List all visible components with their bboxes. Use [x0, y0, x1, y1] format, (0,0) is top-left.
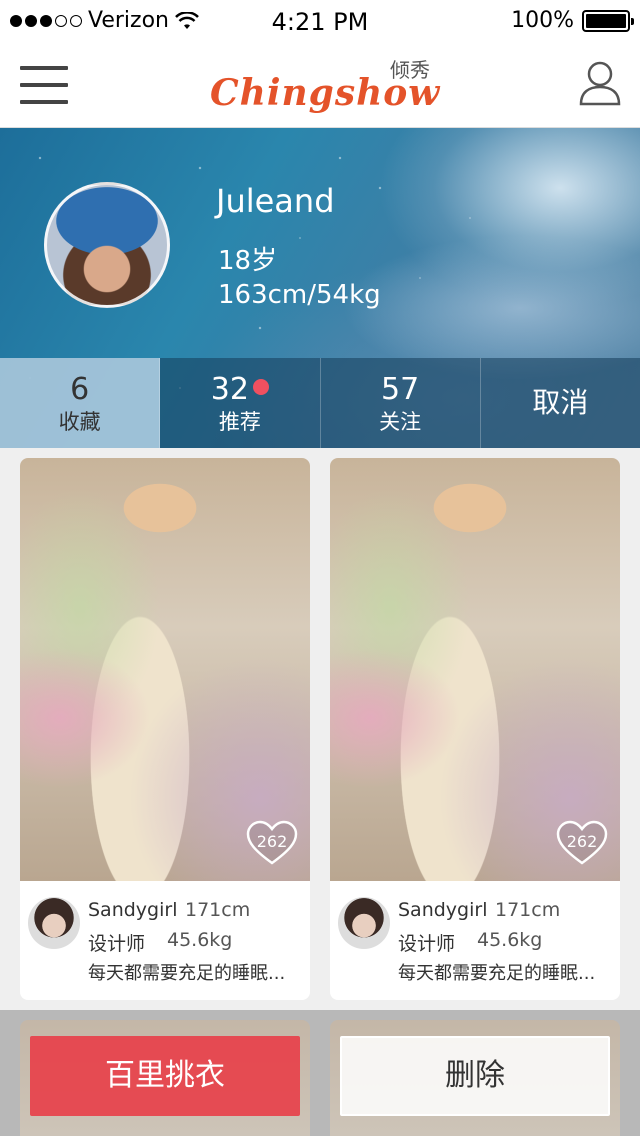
- cancel-label: 取消: [532, 386, 589, 419]
- app-logo: Chingshow 倾秀: [210, 50, 440, 120]
- card-description: 每天都需要充足的睡眠...: [88, 963, 286, 984]
- delete-button[interactable]: 删除: [340, 1036, 610, 1116]
- outfit-card[interactable]: 262 Sandygirl 171cm 设计师 45.6kg 每天都需要充足的睡…: [330, 458, 620, 1000]
- outfit-card[interactable]: 262 Sandygirl 171cm 设计师 45.6kg 每天都需要充足的睡…: [20, 458, 310, 1000]
- user-icon[interactable]: [578, 60, 622, 106]
- author-height: 171cm: [495, 899, 561, 921]
- status-bar: Verizon 4:21 PM 100%: [0, 0, 640, 40]
- author-avatar[interactable]: [338, 897, 390, 949]
- like-badge[interactable]: 262: [246, 820, 298, 866]
- hamburger-menu-icon[interactable]: [20, 66, 68, 104]
- action-overlay: 百里挑衣 删除: [0, 1010, 640, 1136]
- author-name: Sandygirl: [398, 899, 488, 921]
- author-height: 171cm: [185, 899, 251, 921]
- profile-measurements: 163cm/54kg: [218, 280, 381, 310]
- stat-following-count: 57: [381, 372, 420, 407]
- like-badge[interactable]: 262: [556, 820, 608, 866]
- card-info: Sandygirl 171cm 设计师 45.6kg 每天都需要充足的睡眠...: [20, 881, 310, 1000]
- pick-outfit-button[interactable]: 百里挑衣: [30, 1036, 300, 1116]
- profile-avatar[interactable]: [44, 182, 170, 308]
- like-count: 262: [566, 832, 598, 851]
- stat-favorites-label: 收藏: [58, 410, 101, 434]
- cancel-tab[interactable]: 取消: [481, 358, 640, 448]
- stat-favorites-count: 6: [70, 372, 90, 407]
- author-weight: 45.6kg: [167, 929, 233, 951]
- stat-following[interactable]: 57 关注: [321, 358, 481, 448]
- notification-dot-icon: [252, 378, 269, 395]
- profile-banner: Juleand 18岁 163cm/54kg 6 收藏 32 推荐 57 关注 …: [0, 128, 640, 448]
- profile-age: 18岁: [218, 246, 278, 276]
- author-weight: 45.6kg: [477, 929, 543, 951]
- author-role: 设计师: [398, 933, 456, 955]
- stat-following-label: 关注: [379, 410, 422, 434]
- stat-recommend[interactable]: 32 推荐: [160, 358, 321, 448]
- author-avatar[interactable]: [28, 897, 80, 949]
- profile-name: Juleand: [216, 182, 335, 220]
- author-role: 设计师: [88, 933, 146, 955]
- nav-bar: Chingshow 倾秀: [0, 40, 640, 128]
- like-count: 262: [256, 832, 288, 851]
- stat-favorites[interactable]: 6 收藏: [0, 358, 161, 448]
- battery-percent: 100%: [511, 8, 574, 33]
- battery-icon: [582, 9, 634, 32]
- stat-recommend-count: 32: [210, 372, 249, 407]
- wedding-dress-photo: [330, 458, 620, 881]
- status-right: 100%: [511, 8, 634, 33]
- stats-row: 6 收藏 32 推荐 57 关注 取消: [0, 358, 640, 448]
- card-description: 每天都需要充足的睡眠...: [398, 963, 596, 984]
- author-name: Sandygirl: [88, 899, 178, 921]
- wedding-dress-photo: [20, 458, 310, 881]
- logo-subtitle: 倾秀: [390, 58, 430, 82]
- stat-recommend-label: 推荐: [218, 410, 261, 434]
- card-info: Sandygirl 171cm 设计师 45.6kg 每天都需要充足的睡眠...: [330, 881, 620, 1000]
